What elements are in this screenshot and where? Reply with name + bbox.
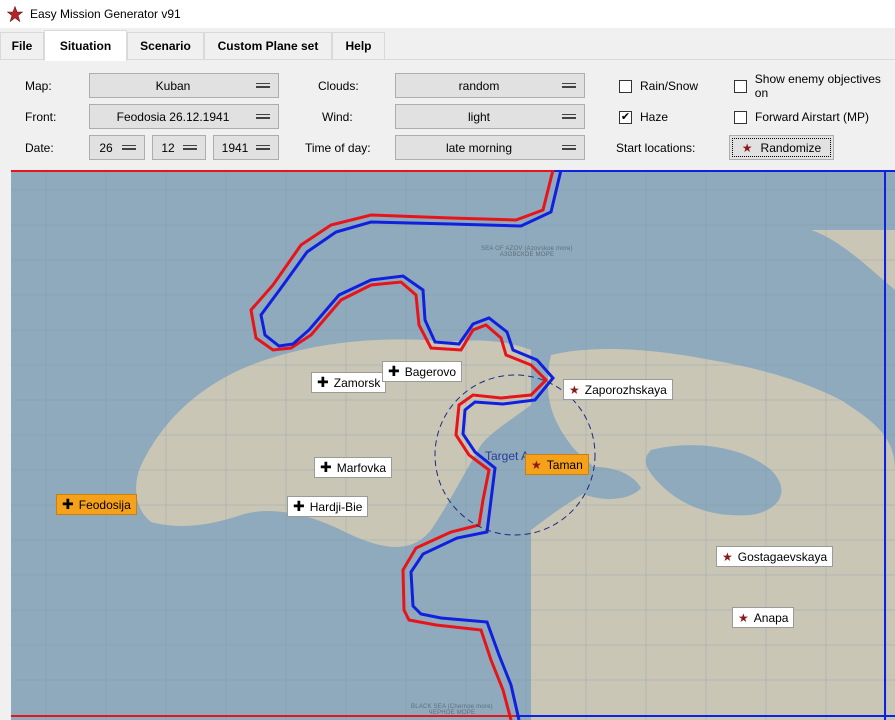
dropdown-arrow-icon	[183, 145, 197, 150]
marker-label: Anapa	[753, 610, 789, 625]
front-label: Front:	[25, 110, 57, 124]
marker-taman[interactable]: ★ Taman	[525, 454, 589, 475]
black-sea-label: BLACK SEA (Chernoe more) ЧЕРНОЕ МОРЕ	[411, 704, 493, 716]
date-day-value: 26	[99, 140, 113, 155]
target-a-label: Target A	[485, 449, 530, 463]
haze-checkbox[interactable]: ✔ Haze	[619, 107, 668, 127]
star-icon: ★	[722, 549, 733, 564]
cross-icon: ✚	[293, 498, 305, 514]
start-locations-label: Start locations:	[616, 141, 696, 155]
marker-marfovka[interactable]: ✚ Marfovka	[314, 457, 393, 478]
situation-map[interactable]: SEA OF AZOV (Azovskoe more) АЗОВСКОЕ МОР…	[11, 170, 895, 720]
cross-icon: ✚	[320, 459, 332, 475]
dropdown-arrow-icon	[256, 83, 270, 88]
date-month-select[interactable]: 12	[152, 135, 206, 160]
haze-label: Haze	[640, 110, 669, 124]
clouds-label: Clouds:	[318, 79, 359, 93]
date-month-value: 12	[161, 140, 175, 155]
marker-label: Zamorsk	[333, 375, 381, 390]
map-select[interactable]: Kuban	[89, 73, 279, 98]
checkbox-box	[734, 79, 747, 93]
wind-select[interactable]: light	[395, 104, 585, 129]
dropdown-arrow-icon	[562, 114, 576, 119]
star-icon: ★	[738, 610, 749, 625]
checkmark-icon: ✔	[619, 110, 632, 124]
marker-label: Marfovka	[336, 460, 387, 475]
star-icon: ★	[569, 382, 580, 397]
star-icon: ★	[531, 457, 542, 472]
time-of-day-value: late morning	[445, 140, 513, 155]
rain-snow-checkbox[interactable]: Rain/Snow	[619, 76, 698, 96]
wind-select-value: light	[467, 109, 490, 124]
window-title: Easy Mission Generator v91	[30, 7, 181, 21]
marker-label: Zaporozhskaya	[584, 382, 667, 397]
tab-scenario[interactable]: Scenario	[127, 32, 204, 59]
map-label: Map:	[25, 79, 52, 93]
marker-zaporozhskaya[interactable]: ★ Zaporozhskaya	[563, 379, 673, 400]
cross-icon: ✚	[62, 496, 74, 512]
marker-bagerovo[interactable]: ✚ Bagerovo	[382, 361, 463, 382]
marker-gostagaevskaya[interactable]: ★ Gostagaevskaya	[716, 546, 834, 567]
sea-label-line: АЗОВСКОЕ МОРЕ	[499, 252, 555, 258]
marker-feodosija[interactable]: ✚ Feodosija	[56, 494, 137, 515]
cross-icon: ✚	[388, 363, 400, 379]
date-day-select[interactable]: 26	[89, 135, 145, 160]
front-select[interactable]: Feodosia 26.12.1941	[89, 104, 279, 129]
marker-hardji-bie[interactable]: ✚ Hardji-Bie	[287, 496, 369, 517]
cross-icon: ✚	[317, 374, 329, 390]
dropdown-arrow-icon	[562, 145, 576, 150]
date-year-value: 1941	[221, 140, 249, 155]
tab-bar: File Situation Scenario Custom Plane set…	[0, 30, 895, 61]
randomize-button[interactable]: ★ Randomize	[729, 135, 834, 160]
dropdown-arrow-icon	[562, 83, 576, 88]
taman-land	[531, 348, 895, 720]
marker-zamorsk[interactable]: ✚ Zamorsk	[311, 372, 387, 393]
dropdown-arrow-icon	[256, 114, 270, 119]
sea-of-azov-label: SEA OF AZOV (Azovskoe more) АЗОВСКОЕ МОР…	[481, 246, 573, 258]
checkbox-box	[619, 79, 632, 93]
forward-airstart-label: Forward Airstart (MP)	[755, 110, 870, 124]
dropdown-arrow-icon	[122, 145, 136, 150]
forward-airstart-checkbox[interactable]: Forward Airstart (MP)	[734, 107, 869, 127]
marker-label: Bagerovo	[404, 364, 457, 379]
front-select-value: Feodosia 26.12.1941	[116, 109, 230, 124]
date-year-select[interactable]: 1941	[213, 135, 279, 160]
map-select-value: Kuban	[155, 78, 191, 93]
sea-label-line: ЧЕРНОЕ МОРЕ	[428, 710, 476, 716]
show-enemy-objectives-label: Show enemy objectives on	[754, 72, 881, 100]
clouds-select[interactable]: random	[395, 73, 585, 98]
marker-label: Feodosija	[78, 497, 131, 512]
rain-snow-label: Rain/Snow	[640, 79, 699, 93]
checkbox-box	[734, 110, 747, 124]
map-canvas	[11, 170, 895, 720]
tab-help[interactable]: Help	[332, 32, 385, 59]
randomize-label: Randomize	[760, 140, 822, 155]
time-of-day-label: Time of day:	[305, 141, 371, 155]
wind-label: Wind:	[322, 110, 353, 124]
marker-label: Taman	[546, 457, 583, 472]
title-bar: Easy Mission Generator v91	[0, 0, 895, 28]
clouds-select-value: random	[458, 78, 500, 93]
marker-label: Hardji-Bie	[309, 499, 363, 514]
time-of-day-select[interactable]: late morning	[395, 135, 585, 160]
bay-water	[161, 610, 292, 645]
tab-custom-plane-set[interactable]: Custom Plane set	[204, 32, 332, 59]
marker-label: Gostagaevskaya	[737, 549, 828, 564]
red-star-icon	[7, 6, 23, 22]
tab-situation[interactable]: Situation	[44, 30, 127, 61]
star-icon: ★	[741, 140, 753, 155]
date-label: Date:	[25, 141, 54, 155]
show-enemy-objectives-checkbox[interactable]: Show enemy objectives on	[734, 72, 895, 100]
tab-file[interactable]: File	[0, 32, 44, 59]
marker-anapa[interactable]: ★ Anapa	[732, 607, 795, 628]
dropdown-arrow-icon	[256, 145, 270, 150]
